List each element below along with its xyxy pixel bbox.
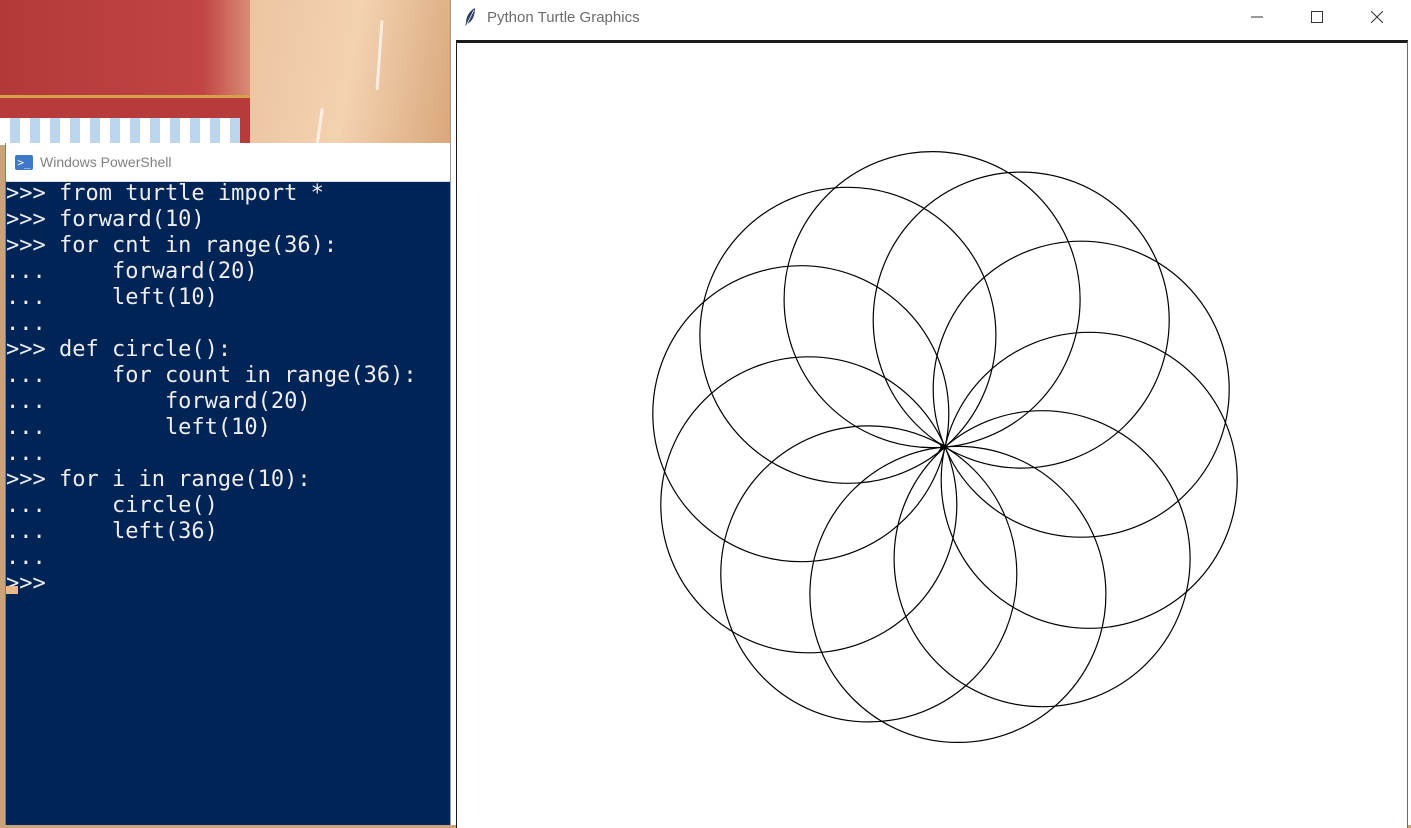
powershell-titlebar[interactable]: >_ Windows PowerShell xyxy=(6,143,451,182)
console-line: ... for count in range(36): xyxy=(6,363,417,388)
turtle-circle xyxy=(893,410,1191,708)
minimize-icon xyxy=(1251,16,1263,18)
console-line: >>> xyxy=(6,571,46,596)
turtle-circle xyxy=(872,171,1170,469)
turtle-window-title: Python Turtle Graphics xyxy=(487,8,640,26)
turtle-circle xyxy=(783,151,1081,449)
wallpaper-hair xyxy=(250,0,450,145)
maximize-icon xyxy=(1311,11,1323,23)
turtle-titlebar[interactable]: Python Turtle Graphics xyxy=(451,0,1411,34)
console-line: ... forward(20) xyxy=(6,389,311,414)
console-line: >>> forward(10) xyxy=(6,207,205,232)
turtle-circle xyxy=(940,331,1238,629)
turtle-window[interactable]: Python Turtle Graphics xyxy=(450,0,1411,828)
turtle-circle xyxy=(660,356,958,654)
console-line: ... forward(20) xyxy=(6,259,258,284)
turtle-circle xyxy=(809,445,1107,744)
powershell-window[interactable]: >_ Windows PowerShell >>> from turtle im… xyxy=(5,143,451,825)
console-line: >>> from turtle import * xyxy=(6,181,324,206)
console-cursor xyxy=(6,586,18,594)
minimize-button[interactable] xyxy=(1227,0,1287,34)
console-output[interactable]: >>> from turtle import * >>> forward(10) >… xyxy=(6,181,417,597)
powershell-icon: >_ xyxy=(15,154,33,170)
close-button[interactable] xyxy=(1347,0,1407,34)
turtle-circle xyxy=(932,240,1230,538)
feather-icon xyxy=(465,8,475,26)
powershell-title: Windows PowerShell xyxy=(40,154,172,170)
maximize-button[interactable] xyxy=(1287,0,1347,34)
turtle-circle xyxy=(699,186,997,484)
turtle-circle xyxy=(720,425,1018,723)
console-line: ... left(36) xyxy=(6,519,218,544)
turtle-circle xyxy=(652,265,950,563)
desktop-wallpaper xyxy=(0,0,450,145)
close-icon xyxy=(1371,11,1383,23)
console-line: ... left(10) xyxy=(6,285,218,310)
wallpaper-frill xyxy=(0,118,240,145)
console-line: >>> for cnt in range(36): xyxy=(6,233,338,258)
turtle-canvas[interactable] xyxy=(456,40,1408,828)
console-line: ... xyxy=(6,311,46,336)
console-line: >>> def circle(): xyxy=(6,337,232,362)
console-line: ... left(10) xyxy=(6,415,271,440)
turtle-drawing xyxy=(652,151,1238,744)
console-line: ... xyxy=(6,441,46,466)
console-line: >>> for i in range(10): xyxy=(6,467,311,492)
console-line: ... circle() xyxy=(6,493,218,518)
console-line: ... xyxy=(6,545,46,570)
